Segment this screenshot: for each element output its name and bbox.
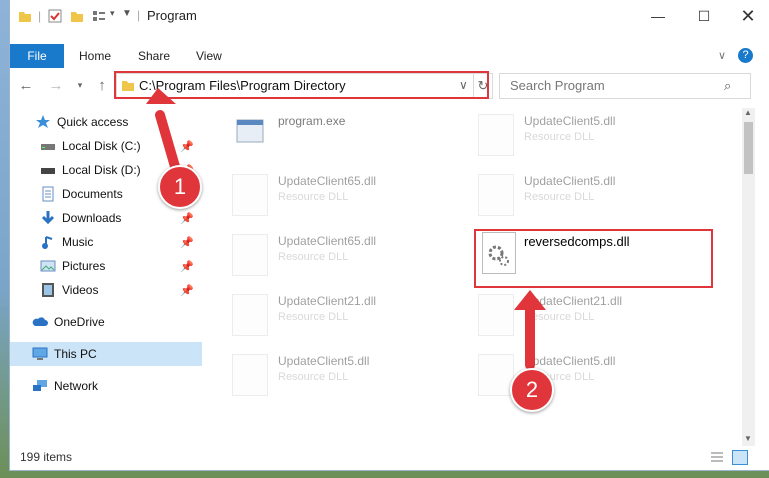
step-1-badge: 1 xyxy=(158,165,202,209)
step-2-badge: 2 xyxy=(510,368,554,412)
annotation-arrows xyxy=(146,88,546,370)
